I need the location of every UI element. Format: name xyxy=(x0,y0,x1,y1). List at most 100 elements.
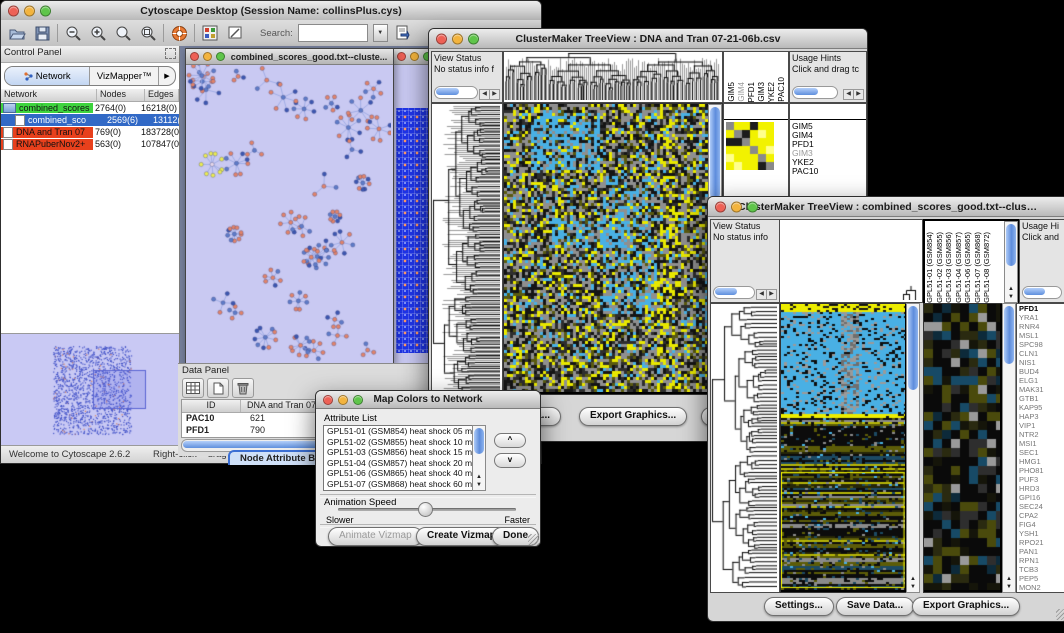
attribute-item[interactable]: GPL51-04 (GSM857) heat shock 20 min xyxy=(324,458,485,469)
gene-label[interactable]: KAP95 xyxy=(1017,403,1064,412)
minimize-button[interactable] xyxy=(338,395,348,405)
hints-scrollbar[interactable] xyxy=(792,86,838,99)
scroll-down-icon[interactable]: ▼ xyxy=(1005,293,1017,301)
gene-label[interactable]: FIG4 xyxy=(1017,520,1064,529)
zoom-heatmap-panel[interactable] xyxy=(923,303,1003,593)
column-label[interactable]: GPL51-04 (GSM857) xyxy=(955,232,964,303)
correlation-matrix-canvas[interactable] xyxy=(726,122,774,170)
col-network[interactable]: Network xyxy=(1,89,97,101)
column-label[interactable]: GPL51-08 (GSM872) xyxy=(983,232,992,303)
plugin-manager-icon[interactable] xyxy=(200,23,220,43)
treeview1-titlebar[interactable]: ClusterMaker TreeView : DNA and Tran 07-… xyxy=(429,29,867,49)
save-data-button[interactable]: Save Data... xyxy=(836,597,914,616)
scroll-right-button[interactable]: ▶ xyxy=(853,89,864,100)
gene-label[interactable]: PEP5 xyxy=(1017,574,1064,583)
scroll-down-icon[interactable]: ▼ xyxy=(907,583,919,591)
scroll-down-icon[interactable]: ▼ xyxy=(1003,583,1015,591)
dialog-titlebar[interactable]: Map Colors to Network xyxy=(316,391,540,409)
column-label[interactable]: GPL51-06 (GSM865) xyxy=(964,232,973,303)
minimize-button[interactable] xyxy=(731,201,742,212)
zoom-button[interactable] xyxy=(216,52,225,61)
tab-network[interactable]: Network xyxy=(5,67,90,85)
gene-label[interactable]: RPO21 xyxy=(1017,538,1064,547)
treeview2-titlebar[interactable]: ClusterMaker TreeView : combined_scores_… xyxy=(708,197,1064,217)
gene-label[interactable]: HRD3 xyxy=(1017,484,1064,493)
scrollbar-thumb[interactable] xyxy=(474,428,484,454)
scrollbar-thumb[interactable] xyxy=(908,306,918,390)
network-name-cell[interactable]: combined_scores xyxy=(1,103,93,113)
gene-label[interactable]: NIS1 xyxy=(1017,358,1064,367)
column-dendrogram-canvas[interactable] xyxy=(504,52,720,100)
gene-label[interactable]: VIP1 xyxy=(1017,421,1064,430)
column-label[interactable]: GIM5 xyxy=(727,82,736,102)
select-attributes-icon[interactable] xyxy=(182,378,204,398)
gene-label[interactable]: PHO81 xyxy=(1017,466,1064,475)
attribute-item[interactable]: GPL51-03 (GSM856) heat shock 15 min xyxy=(324,447,485,458)
col-nodes[interactable]: Nodes xyxy=(97,89,145,101)
zoom-vscrollbar[interactable]: ▲ ▼ xyxy=(1002,303,1016,593)
status-scrollbar[interactable] xyxy=(434,86,478,99)
close-button[interactable] xyxy=(190,52,199,61)
gene-label[interactable]: HMG1 xyxy=(1017,457,1064,466)
status-scrollbar[interactable] xyxy=(713,286,755,299)
close-button[interactable] xyxy=(436,33,447,44)
scroll-up-icon[interactable]: ▲ xyxy=(473,473,485,481)
column-label[interactable]: GIM3 xyxy=(757,82,766,102)
tab-overflow-arrow[interactable]: ▶ xyxy=(159,67,175,85)
gene-label[interactable]: SPC98 xyxy=(1017,340,1064,349)
export-graphics-button[interactable]: Export Graphics... xyxy=(912,597,1020,616)
scroll-up-icon[interactable]: ▲ xyxy=(1003,575,1015,583)
heatmap-panel[interactable]: ▲ ▼ xyxy=(503,103,723,395)
new-attribute-icon[interactable] xyxy=(207,378,229,398)
scroll-down-icon[interactable]: ▼ xyxy=(473,481,485,489)
move-up-button[interactable]: ^ xyxy=(494,433,526,448)
column-dendrogram-panel[interactable] xyxy=(503,51,723,103)
network-name-cell[interactable]: RNAPuberNov2+ xyxy=(1,139,93,150)
gene-label[interactable]: YSH1 xyxy=(1017,529,1064,538)
float-panel-icon[interactable] xyxy=(165,48,176,59)
row-dendrogram-canvas[interactable] xyxy=(432,104,500,392)
column-dendrogram-canvas[interactable] xyxy=(780,220,920,300)
global-heatmap-canvas[interactable] xyxy=(781,304,905,590)
col-edges[interactable]: Edges xyxy=(145,89,179,101)
gene-label[interactable]: RPN1 xyxy=(1017,556,1064,565)
heatmap-canvas[interactable] xyxy=(504,104,720,392)
delete-attribute-trash-icon[interactable] xyxy=(232,378,254,398)
zoom-button[interactable] xyxy=(40,5,51,16)
zoom-heatmap-canvas[interactable] xyxy=(924,304,1000,590)
speed-slider-thumb[interactable] xyxy=(418,502,433,517)
col-id[interactable]: ID xyxy=(182,400,241,412)
main-titlebar[interactable]: Cytoscape Desktop (Session Name: collins… xyxy=(1,1,541,21)
help-icon[interactable] xyxy=(169,23,189,43)
list-vscrollbar[interactable]: ▲ ▼ xyxy=(472,425,486,491)
zoom-out-button[interactable] xyxy=(63,23,83,43)
scrollbar-thumb[interactable] xyxy=(1006,224,1016,266)
search-dropdown-arrow[interactable]: ▼ xyxy=(373,24,388,42)
close-button[interactable] xyxy=(8,5,19,16)
column-label[interactable]: GIM4 xyxy=(737,82,746,102)
global-heatmap-panel[interactable] xyxy=(780,303,908,593)
column-label[interactable]: PAC10 xyxy=(777,77,786,102)
scroll-up-icon[interactable]: ▲ xyxy=(1005,285,1017,293)
attribute-item[interactable]: GPL51-06 (GSM865) heat shock 40 min xyxy=(324,468,485,479)
gene-label[interactable]: CPA2 xyxy=(1017,511,1064,520)
birdseye-view-canvas[interactable] xyxy=(1,334,177,444)
annotation-icon[interactable] xyxy=(225,23,245,43)
column-label[interactable]: YKE2 xyxy=(767,82,776,102)
row-dendrogram-panel[interactable] xyxy=(431,103,503,395)
import-table-icon[interactable] xyxy=(393,23,413,43)
search-input[interactable] xyxy=(298,24,368,42)
gene-label[interactable]: MON2 xyxy=(1017,583,1064,592)
resize-grip[interactable] xyxy=(1056,609,1064,620)
zoom-button[interactable] xyxy=(468,33,479,44)
gene-label[interactable]: MSL1 xyxy=(1017,331,1064,340)
gene-label[interactable]: BUD4 xyxy=(1017,367,1064,376)
network-row[interactable]: combined_scores 2764(0) 16218(0) xyxy=(1,102,179,114)
heatmap-vscrollbar[interactable]: ▲ ▼ xyxy=(906,303,920,593)
row-dendrogram-panel[interactable] xyxy=(710,303,780,593)
scroll-up-icon[interactable]: ▲ xyxy=(907,575,919,583)
minimize-button[interactable] xyxy=(203,52,212,61)
column-label[interactable]: GPL51-07 (GSM868) xyxy=(974,232,983,303)
zoom-button[interactable] xyxy=(747,201,758,212)
gene-label[interactable]: NTR2 xyxy=(1017,430,1064,439)
